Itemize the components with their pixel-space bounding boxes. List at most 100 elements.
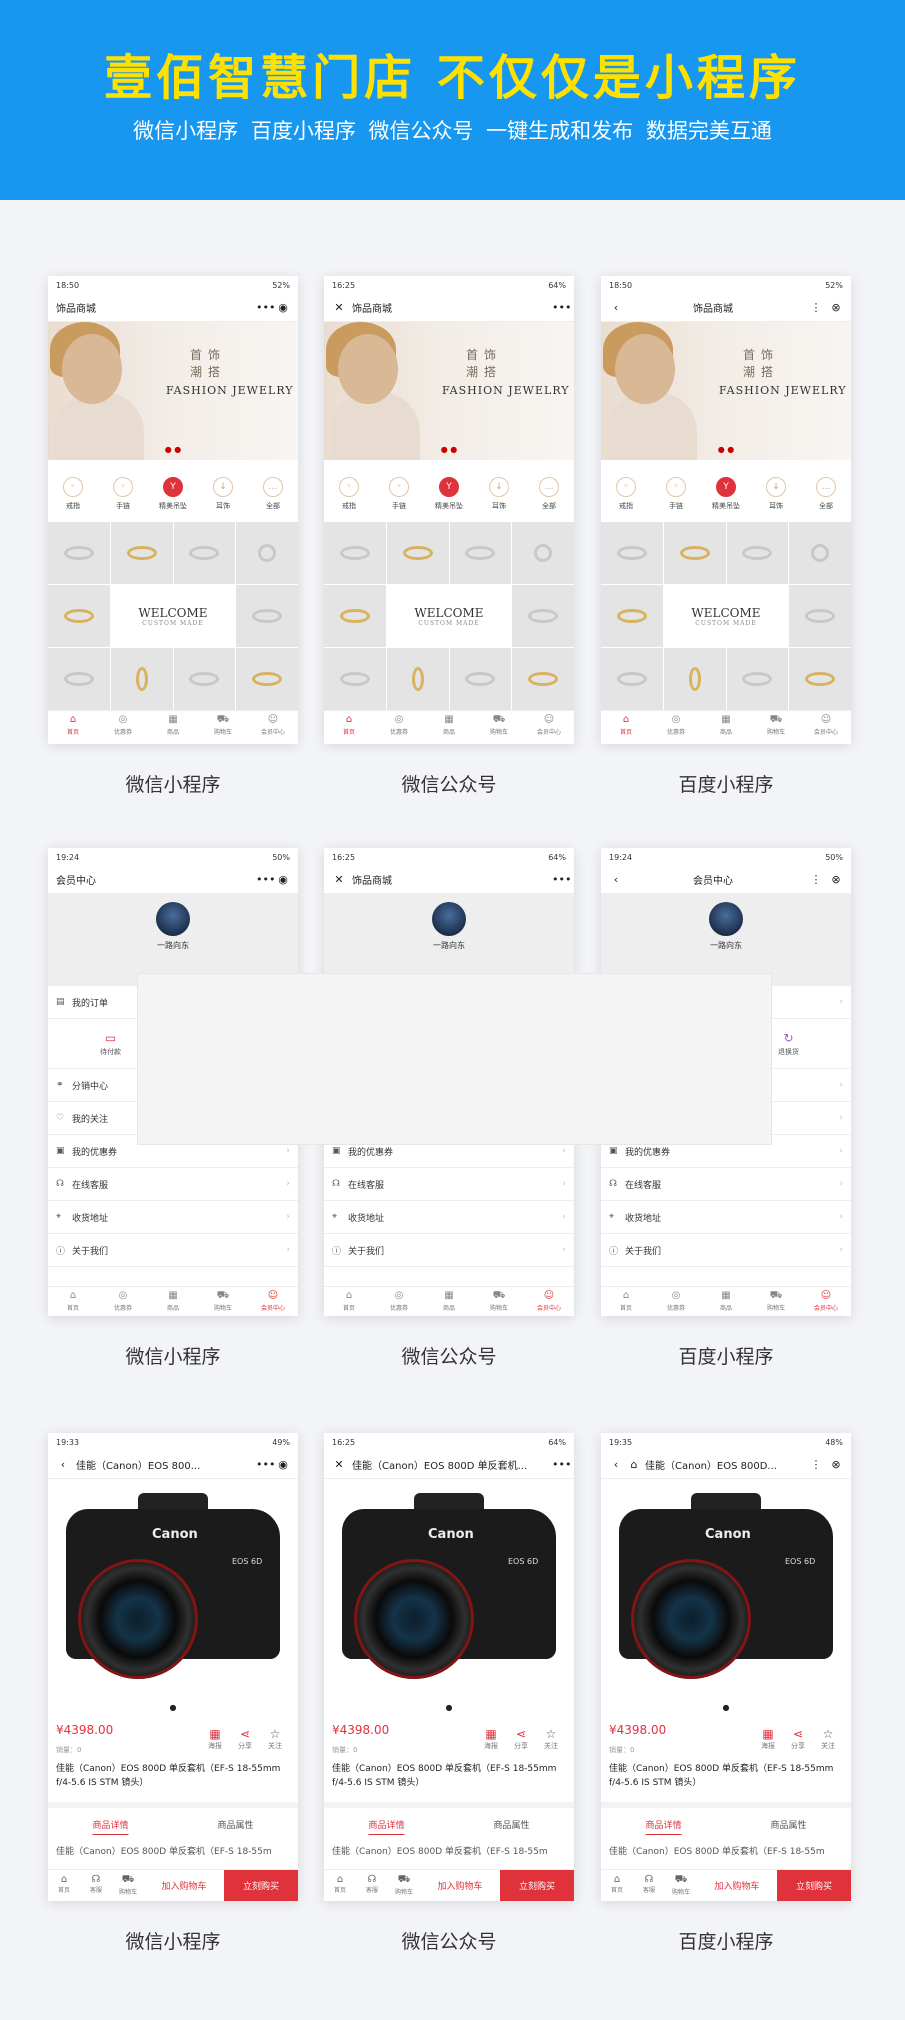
tab-goods[interactable]: ▦ 商品 xyxy=(701,1287,751,1316)
category-item[interactable]: ↓ 耳饰 xyxy=(203,477,243,511)
product-tile[interactable] xyxy=(789,522,851,584)
product-tile[interactable] xyxy=(663,648,726,710)
product-tile[interactable] xyxy=(110,648,173,710)
close-capsule-icon[interactable]: ◉ xyxy=(276,1458,290,1471)
category-item[interactable]: ◦ 戒指 xyxy=(329,477,369,511)
more-icon[interactable]: ••• xyxy=(552,301,571,314)
category-item[interactable]: ◦ 手链 xyxy=(103,477,143,511)
tab-coupon[interactable]: ◎ 优惠券 xyxy=(651,1287,701,1316)
menu-row[interactable]: ☊ 在线客服 › xyxy=(324,1168,574,1201)
returns-button[interactable]: ↻ 退换货 xyxy=(778,1031,799,1057)
menu-row[interactable]: ⓘ 关于我们 › xyxy=(48,1234,298,1267)
category-item[interactable]: ◦ 戒指 xyxy=(53,477,93,511)
product-tile[interactable] xyxy=(173,648,236,710)
more-vertical-icon[interactable]: ⋮ xyxy=(809,1458,823,1471)
category-item[interactable]: Y 精美吊坠 xyxy=(153,477,193,511)
tab-attributes[interactable]: 商品属性 xyxy=(726,1818,851,1831)
avatar[interactable] xyxy=(432,902,466,936)
product-tile[interactable] xyxy=(789,648,851,710)
poster-button[interactable]: ▦ 海报 xyxy=(200,1727,230,1751)
product-tile[interactable] xyxy=(48,648,110,710)
menu-row[interactable]: ⌖ 收货地址 › xyxy=(601,1201,851,1234)
product-image[interactable]: Canon EOS 6D ● xyxy=(324,1479,574,1722)
more-icon[interactable]: ••• xyxy=(552,1458,571,1471)
follow-button[interactable]: ☆ 关注 xyxy=(813,1727,843,1751)
tab-coupon[interactable]: ◎ 优惠券 xyxy=(651,711,701,740)
follow-button[interactable]: ☆ 关注 xyxy=(260,1727,290,1751)
home-banner[interactable]: 首饰潮搭 FASHION JEWELRY ● ● xyxy=(601,322,851,460)
buy-now-button[interactable]: 立刻购买 xyxy=(224,1870,298,1901)
close-icon[interactable]: ✕ xyxy=(332,301,346,314)
close-circle-icon[interactable]: ⊗ xyxy=(829,1458,843,1471)
menu-row[interactable]: ⌖ 收货地址 › xyxy=(48,1201,298,1234)
close-icon[interactable]: ✕ xyxy=(332,1458,346,1471)
buy-now-button[interactable]: 立刻购买 xyxy=(777,1870,851,1901)
product-tile[interactable] xyxy=(789,585,851,647)
share-button[interactable]: ⋖ 分享 xyxy=(506,1727,536,1751)
product-tile[interactable] xyxy=(449,522,512,584)
add-to-cart-button[interactable]: 加入购物车 xyxy=(697,1870,777,1901)
share-button[interactable]: ⋖ 分享 xyxy=(230,1727,260,1751)
menu-row[interactable]: ⓘ 关于我们 › xyxy=(324,1234,574,1267)
add-to-cart-button[interactable]: 加入购物车 xyxy=(144,1870,224,1901)
tab-goods[interactable]: ▦ 商品 xyxy=(148,711,198,740)
buy-now-button[interactable]: 立刻购买 xyxy=(500,1870,574,1901)
home-banner[interactable]: 首饰潮搭 FASHION JEWELRY ● ● xyxy=(324,322,574,460)
more-icon[interactable]: ••• xyxy=(256,873,275,886)
tab-home[interactable]: ⌂ 首页 xyxy=(324,1287,374,1316)
back-icon[interactable]: ‹ xyxy=(56,1458,70,1471)
category-item[interactable]: ◦ 手链 xyxy=(379,477,419,511)
tab-home[interactable]: ⌂ 首页 xyxy=(601,1287,651,1316)
product-tile[interactable] xyxy=(663,522,726,584)
tab-home[interactable]: ⌂ 首页 xyxy=(324,711,374,740)
tab-member[interactable]: ☺ 会员中心 xyxy=(248,711,298,740)
product-tile[interactable] xyxy=(601,648,663,710)
product-tile[interactable] xyxy=(324,585,386,647)
close-circle-icon[interactable]: ⊗ xyxy=(829,301,843,314)
cart-button[interactable]: ⛟ 购物车 xyxy=(112,1870,144,1901)
tab-coupon[interactable]: ◎ 优惠券 xyxy=(98,711,148,740)
product-tile[interactable] xyxy=(48,585,110,647)
tab-member[interactable]: ☺ 会员中心 xyxy=(248,1287,298,1316)
tab-member[interactable]: ☺ 会员中心 xyxy=(801,711,851,740)
product-tile[interactable] xyxy=(386,522,449,584)
product-tile[interactable] xyxy=(236,585,298,647)
tab-cart[interactable]: ⛟ 购物车 xyxy=(751,1287,801,1316)
add-to-cart-button[interactable]: 加入购物车 xyxy=(420,1870,500,1901)
tab-home[interactable]: ⌂ 首页 xyxy=(601,711,651,740)
product-tile[interactable] xyxy=(512,585,574,647)
poster-button[interactable]: ▦ 海报 xyxy=(753,1727,783,1751)
menu-row[interactable]: ☊ 在线客服 › xyxy=(48,1168,298,1201)
tab-goods[interactable]: ▦ 商品 xyxy=(701,711,751,740)
close-circle-icon[interactable]: ⊗ xyxy=(829,873,843,886)
tab-member[interactable]: ☺ 会员中心 xyxy=(524,1287,574,1316)
follow-button[interactable]: ☆ 关注 xyxy=(536,1727,566,1751)
menu-row[interactable]: ⌖ 收货地址 › xyxy=(324,1201,574,1234)
cart-button[interactable]: ⛟ 购物车 xyxy=(665,1870,697,1901)
poster-button[interactable]: ▦ 海报 xyxy=(476,1727,506,1751)
service-button[interactable]: ☊ 客服 xyxy=(356,1870,388,1901)
product-tile[interactable] xyxy=(236,522,298,584)
product-tile[interactable] xyxy=(601,522,663,584)
tab-goods[interactable]: ▦ 商品 xyxy=(424,711,474,740)
tab-goods[interactable]: ▦ 商品 xyxy=(424,1287,474,1316)
tab-member[interactable]: ☺ 会员中心 xyxy=(801,1287,851,1316)
product-tile[interactable] xyxy=(726,648,789,710)
tab-coupon[interactable]: ◎ 优惠券 xyxy=(374,711,424,740)
more-icon[interactable]: ••• xyxy=(552,873,571,886)
more-icon[interactable]: ••• xyxy=(256,1458,275,1471)
tab-coupon[interactable]: ◎ 优惠券 xyxy=(374,1287,424,1316)
product-tile[interactable] xyxy=(386,648,449,710)
more-vertical-icon[interactable]: ⋮ xyxy=(809,301,823,314)
close-icon[interactable]: ✕ xyxy=(332,873,346,886)
more-icon[interactable]: ••• xyxy=(256,301,275,314)
pending-pay-button[interactable]: ▭ 待付款 xyxy=(100,1031,121,1057)
product-tile[interactable] xyxy=(173,522,236,584)
home-icon[interactable]: ⌂ xyxy=(627,1458,641,1471)
tab-attributes[interactable]: 商品属性 xyxy=(173,1818,298,1831)
tab-detail[interactable]: 商品详情 xyxy=(601,1818,726,1831)
product-tile[interactable] xyxy=(236,648,298,710)
back-icon[interactable]: ‹ xyxy=(609,873,623,886)
close-capsule-icon[interactable]: ◉ xyxy=(276,873,290,886)
category-item[interactable]: … 全部 xyxy=(806,477,846,511)
